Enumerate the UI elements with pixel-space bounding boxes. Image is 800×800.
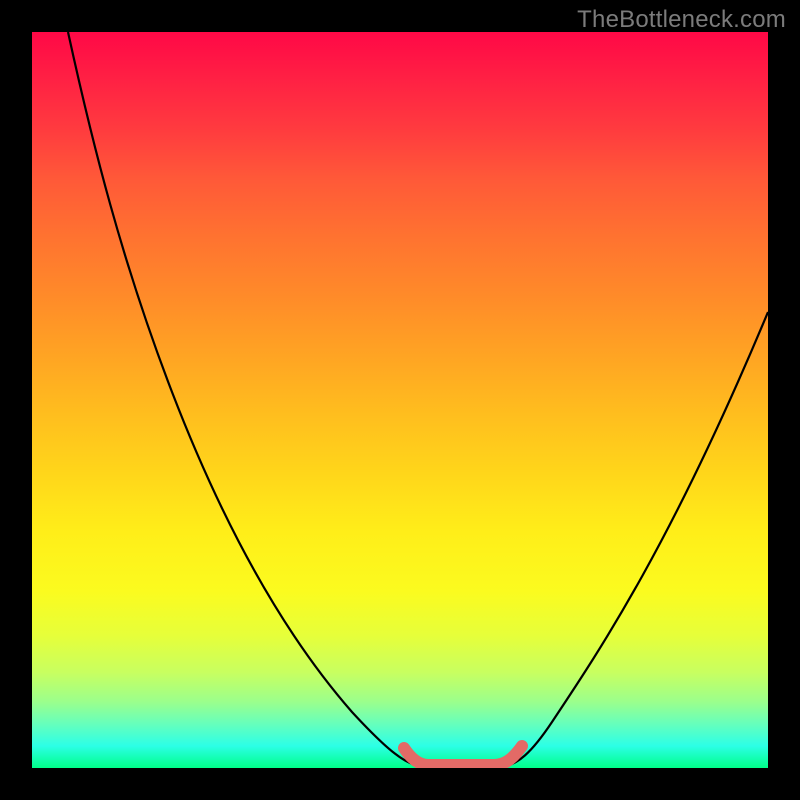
bottleneck-curve-svg [32, 32, 768, 768]
chart-frame: TheBottleneck.com [0, 0, 800, 800]
plot-area [32, 32, 768, 768]
optimal-range-highlight [404, 746, 522, 765]
bottleneck-curve [68, 32, 768, 766]
watermark-text: TheBottleneck.com [577, 6, 786, 34]
